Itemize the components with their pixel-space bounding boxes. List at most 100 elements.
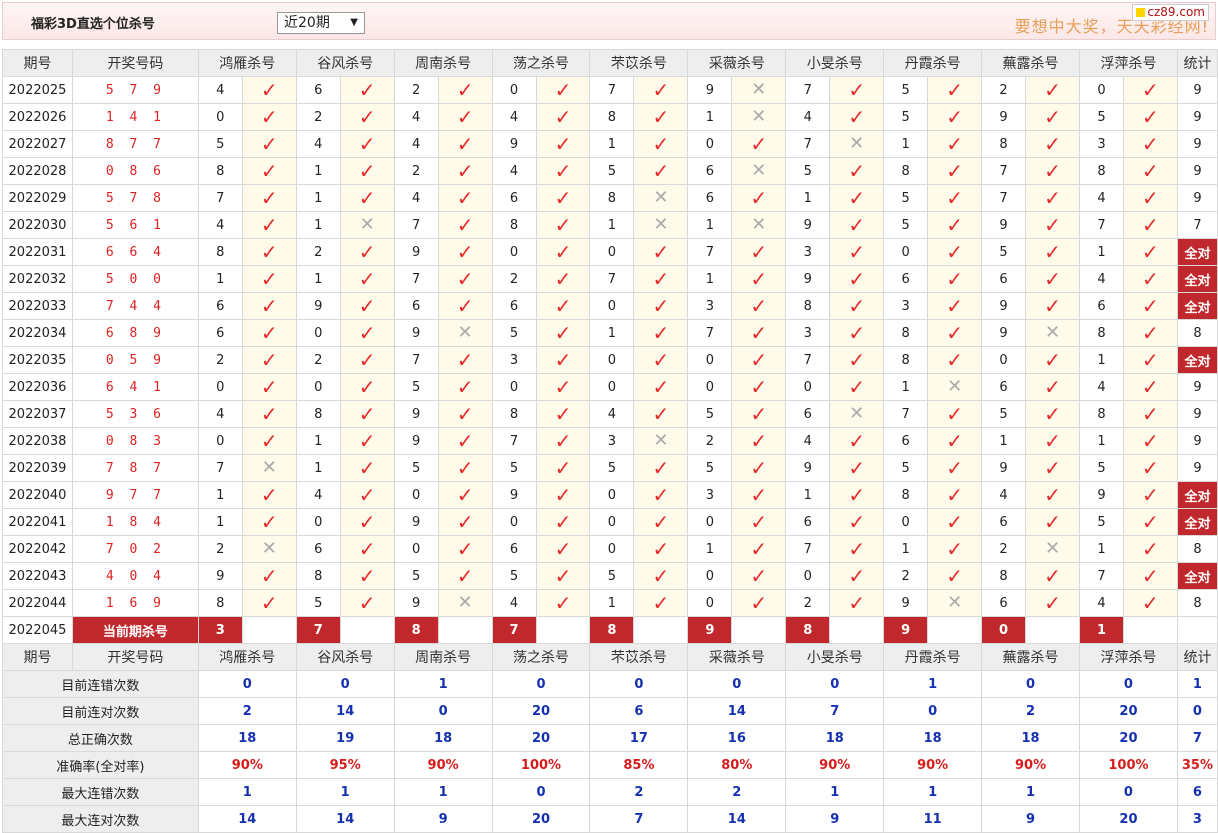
kill-number: 9 xyxy=(393,427,439,455)
check-icon: ✓ xyxy=(358,131,376,156)
result-cell: ✓ xyxy=(437,346,493,374)
summary-value: 0 xyxy=(295,670,395,698)
period-select[interactable]: 近20期 ▼ xyxy=(277,12,365,34)
summary-stat: 1 xyxy=(1176,670,1218,698)
table-row: 2022028 0 8 6 8 ✓ 1 ✓ 2 ✓ 4 ✓ 5 ✓ 6 ✕ 5 ✓ 8 ✓ 7 ✓ 8 ✓ 9 xyxy=(2,157,1218,185)
summary-row: 总正确次数 18 19 18 20 17 16 18 18 18 20 7 xyxy=(2,724,1218,752)
kill-number: 1 xyxy=(785,481,831,509)
kill-number: 1 xyxy=(687,211,733,239)
current-kill-number: 8 xyxy=(785,616,831,644)
result-cell: ✓ xyxy=(339,238,395,266)
period-cell: 2022042 xyxy=(2,535,73,563)
current-kill-number: 8 xyxy=(589,616,635,644)
check-icon: ✓ xyxy=(848,158,866,183)
kill-number: 1 xyxy=(197,508,243,536)
result-cell: ✓ xyxy=(437,211,493,239)
result-cell: ✓ xyxy=(829,319,885,347)
result-cell: ✓ xyxy=(1122,319,1178,347)
kill-number: 6 xyxy=(687,184,733,212)
result-cell: ✓ xyxy=(1025,238,1080,266)
check-icon: ✓ xyxy=(946,563,963,588)
check-icon: ✓ xyxy=(1044,77,1061,102)
result-cell: ✓ xyxy=(633,319,689,347)
cross-icon: ✕ xyxy=(261,538,277,559)
check-icon: ✓ xyxy=(848,428,866,453)
kill-number: 1 xyxy=(295,454,341,482)
stat-cell: 7 xyxy=(1176,211,1218,239)
kill-number: 1 xyxy=(197,481,243,509)
kill-number: 3 xyxy=(687,481,733,509)
result-cell: ✓ xyxy=(339,130,395,158)
stat-cell: 9 xyxy=(1176,400,1218,428)
header-expert: 鸿雁杀号 xyxy=(197,49,297,77)
footer-header-row: 期号 开奖号码 鸿雁杀号 谷风杀号 周南杀号 荡之杀号 芣苡杀号 采薇杀号 小旻杀号 丹霞杀号 蕪露… xyxy=(2,643,1218,671)
result-cell: ✓ xyxy=(829,238,885,266)
check-icon: ✓ xyxy=(946,266,963,291)
kill-number: 6 xyxy=(981,265,1027,293)
result-cell: ✓ xyxy=(829,211,885,239)
current-kill-number: 9 xyxy=(687,616,733,644)
result-cell: ✓ xyxy=(927,508,983,536)
summary-value: 85% xyxy=(589,751,689,779)
check-icon: ✓ xyxy=(358,185,376,210)
kill-number: 4 xyxy=(491,103,537,131)
kill-number: 9 xyxy=(785,211,831,239)
kill-number: 9 xyxy=(491,481,537,509)
check-icon: ✓ xyxy=(1142,131,1159,156)
kill-number: 8 xyxy=(981,562,1027,590)
summary-value: 9 xyxy=(981,805,1080,833)
result-cell: ✓ xyxy=(1122,130,1178,158)
check-icon: ✓ xyxy=(848,212,866,237)
summary-value: 0 xyxy=(785,670,885,698)
check-icon: ✓ xyxy=(260,563,278,588)
kill-number: 1 xyxy=(295,184,341,212)
current-kill-number: 7 xyxy=(295,616,341,644)
kill-number: 2 xyxy=(981,535,1027,563)
check-icon: ✓ xyxy=(456,131,474,156)
check-icon: ✓ xyxy=(358,563,376,588)
check-icon: ✓ xyxy=(750,482,768,507)
site-logo[interactable]: cz89.com xyxy=(1132,4,1209,21)
draw-numbers: 6 8 9 xyxy=(71,319,199,347)
kill-number: 8 xyxy=(883,319,929,347)
summary-value: 0 xyxy=(883,697,983,725)
result-cell: ✓ xyxy=(241,589,297,617)
result-cell: ✓ xyxy=(339,319,395,347)
kill-number: 1 xyxy=(981,427,1027,455)
kill-number: 0 xyxy=(981,346,1027,374)
check-icon: ✓ xyxy=(456,536,474,561)
header-expert: 小旻杀号 xyxy=(785,49,885,77)
check-icon: ✓ xyxy=(946,104,963,129)
result-cell: ✓ xyxy=(535,427,591,455)
check-icon: ✓ xyxy=(260,77,278,102)
result-cell: ✓ xyxy=(339,589,395,617)
kill-number: 5 xyxy=(883,76,929,104)
kill-number: 2 xyxy=(883,562,929,590)
summary-row: 目前连对次数 2 14 0 20 6 14 7 0 2 20 0 xyxy=(2,697,1218,725)
stat-all-right-badge: 全对 xyxy=(1176,562,1218,590)
summary-value: 16 xyxy=(687,724,787,752)
result-cell: ✓ xyxy=(731,535,787,563)
result-cell: ✓ xyxy=(829,589,885,617)
result-cell: ✓ xyxy=(829,184,885,212)
draw-numbers: 0 8 6 xyxy=(71,157,199,185)
check-icon: ✓ xyxy=(1044,212,1061,237)
kill-number: 6 xyxy=(295,76,341,104)
check-icon: ✓ xyxy=(750,455,768,480)
result-cell: ✓ xyxy=(339,103,395,131)
stat-all-right-badge: 全对 xyxy=(1176,238,1218,266)
summary-row: 准确率(全对率) 90% 95% 90% 100% 85% 80% 90% 90% 90% 100%… xyxy=(2,751,1218,779)
kill-number: 9 xyxy=(981,103,1027,131)
check-icon: ✓ xyxy=(652,374,670,399)
result-cell: ✓ xyxy=(241,346,297,374)
kill-number: 8 xyxy=(491,211,537,239)
current-kill-number: 3 xyxy=(197,616,243,644)
check-icon: ✓ xyxy=(750,185,768,210)
check-icon: ✓ xyxy=(652,509,670,534)
summary-label: 最大连错次数 xyxy=(2,778,199,806)
result-cell: ✓ xyxy=(535,130,591,158)
result-cell: ✓ xyxy=(535,184,591,212)
cross-icon: ✕ xyxy=(653,214,669,235)
period-cell: 2022031 xyxy=(2,238,73,266)
result-cell: ✓ xyxy=(339,346,395,374)
